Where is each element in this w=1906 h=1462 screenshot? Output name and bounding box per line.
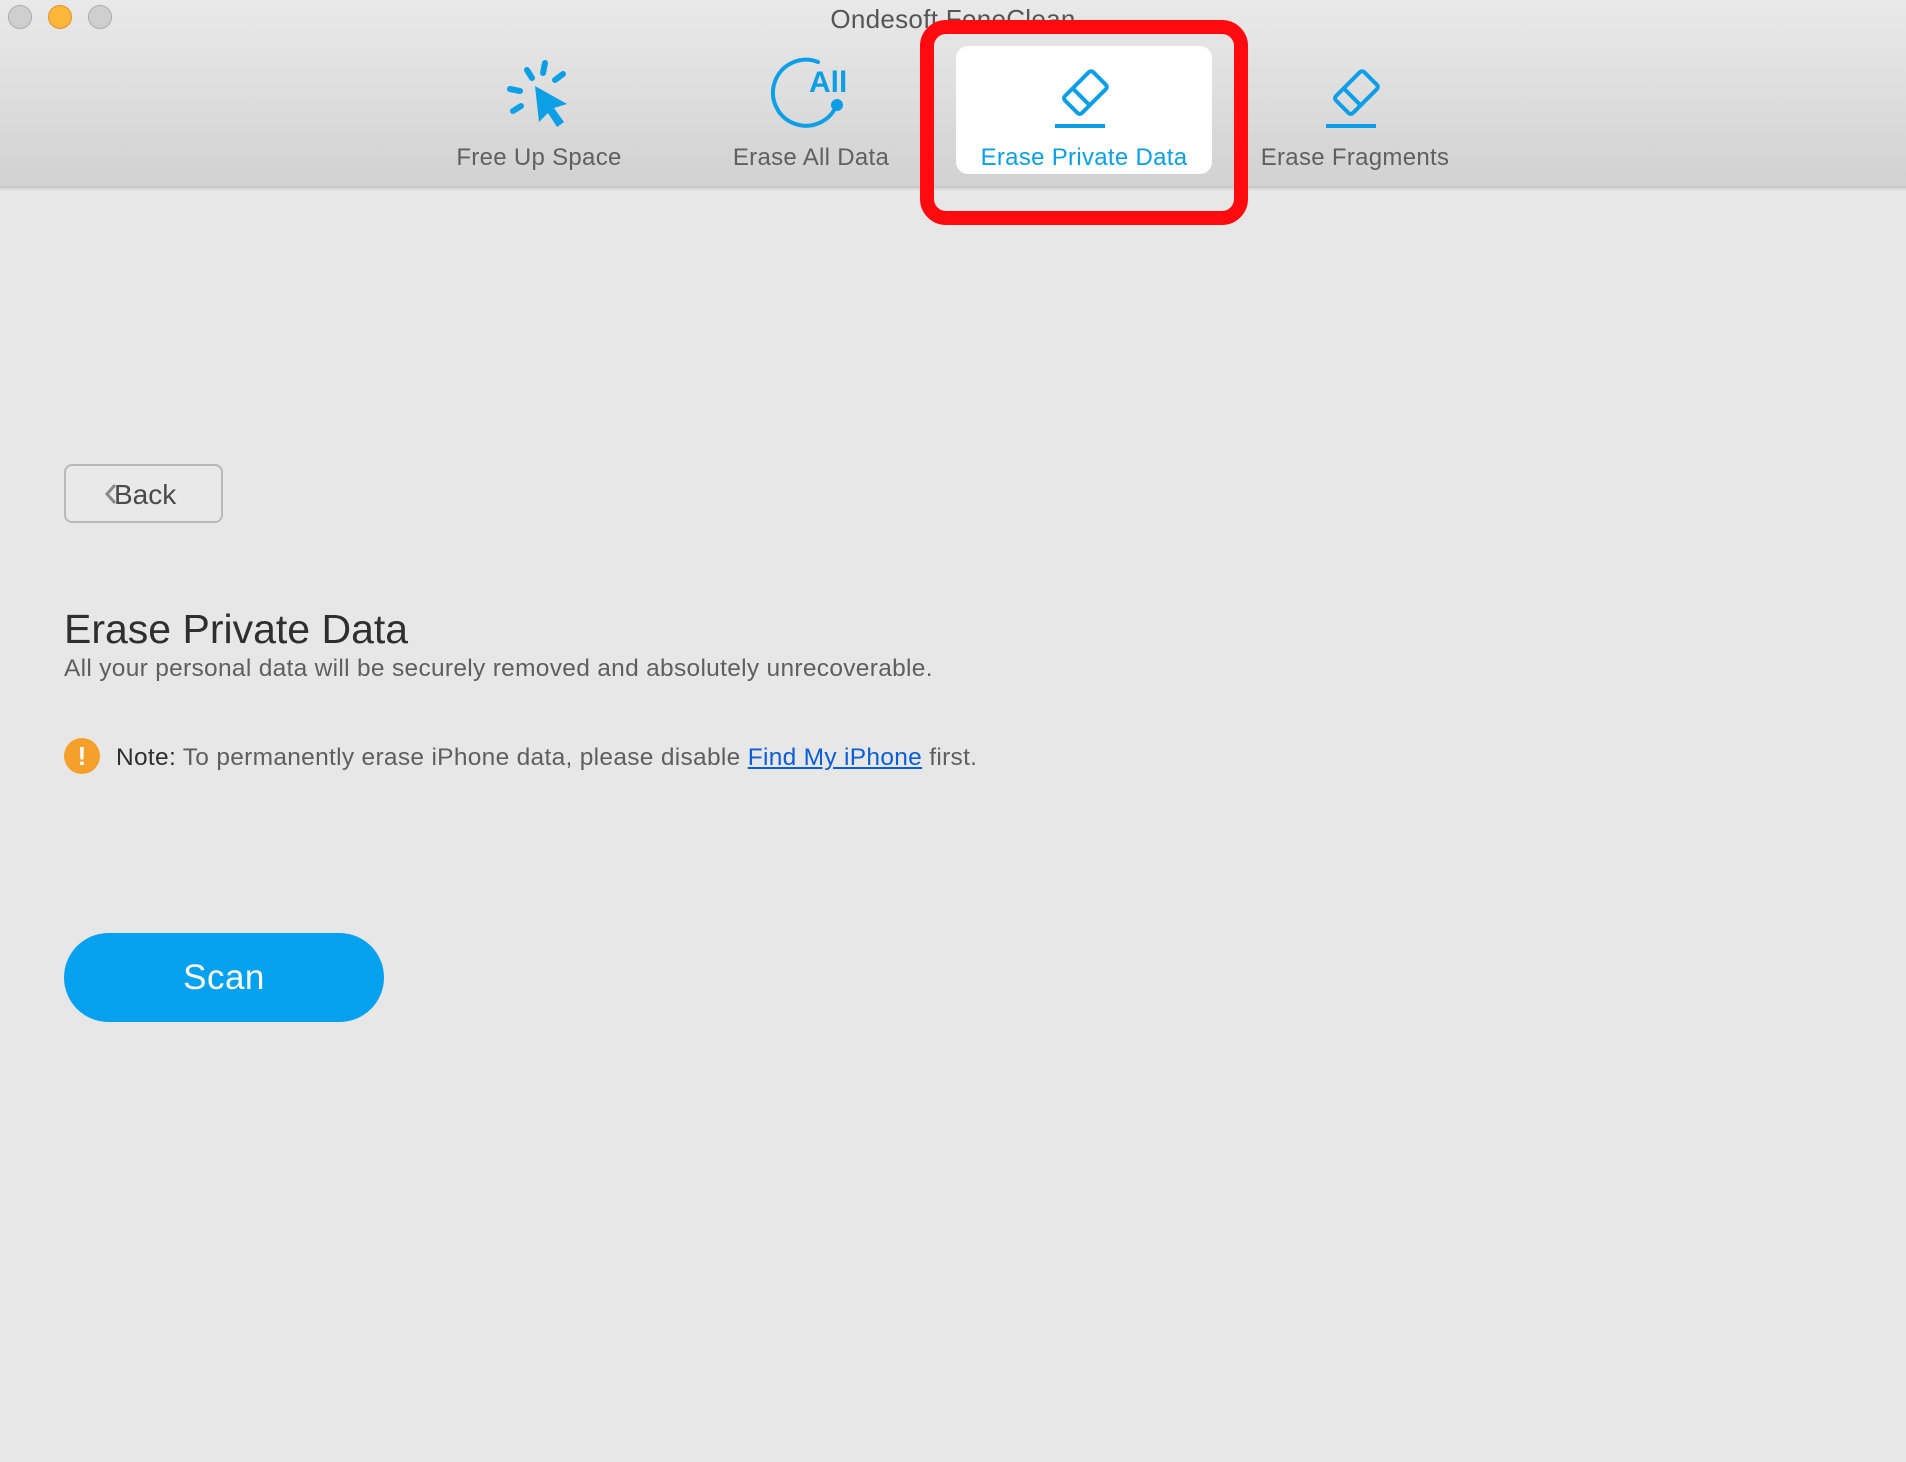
note-text-after: first. <box>929 744 978 771</box>
page-title: Erase Private Data <box>64 606 409 652</box>
tab-erase-fragments[interactable]: Erase Fragments <box>1227 46 1483 174</box>
note-text-before: To permanently erase iPhone data, please… <box>182 744 741 771</box>
tab-free-up-space[interactable]: Free Up Space <box>411 46 667 174</box>
note-lead: Note: <box>116 744 177 771</box>
eraser-icon <box>1326 69 1380 128</box>
tab-erase-all-data[interactable]: All Erase All Data <box>683 46 939 174</box>
svg-text:All: All <box>809 66 847 99</box>
back-label: Back <box>114 479 177 510</box>
scan-button[interactable]: Scan <box>64 933 384 1022</box>
warning-icon: ! <box>64 738 100 774</box>
erase-all-icon: All <box>771 57 847 128</box>
tab-label: Erase Private Data <box>980 144 1188 171</box>
eraser-icon <box>1055 69 1109 128</box>
back-button[interactable]: Back <box>64 464 223 523</box>
note-text: Note: To permanently erase iPhone data, … <box>116 744 977 772</box>
page-subtitle: All your personal data will be securely … <box>64 655 933 682</box>
tab-label: Erase All Data <box>732 144 890 171</box>
tab-label: Erase Fragments <box>1260 144 1450 171</box>
find-my-iphone-link[interactable]: Find My iPhone <box>748 744 922 771</box>
window-title: Ondesoft FoneClean <box>830 4 1076 34</box>
cursor-click-icon <box>507 60 567 127</box>
toolbar: Ondesoft FoneClean Free Up Space All Era… <box>0 0 1906 190</box>
tab-label: Free Up Space <box>456 144 622 171</box>
tab-erase-private-data[interactable]: Erase Private Data <box>956 46 1212 174</box>
